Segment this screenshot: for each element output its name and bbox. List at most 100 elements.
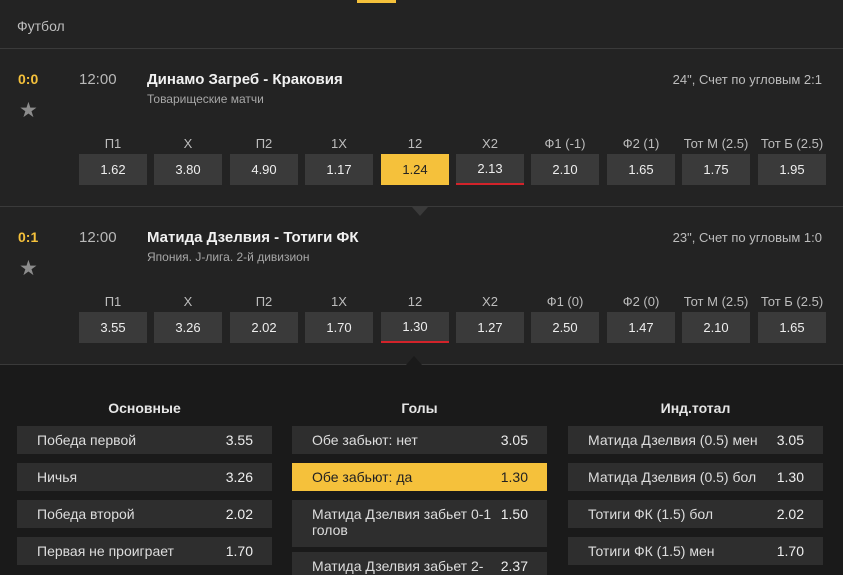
odds-row[interactable]: Тотиги ФК (1.5) мен 1.70 xyxy=(568,537,823,565)
odds-button[interactable]: 2.10 xyxy=(682,312,750,343)
odds-button[interactable]: 1.30 xyxy=(381,312,449,343)
market-label: X xyxy=(183,136,193,151)
odds-row-value: 2.02 xyxy=(225,506,253,522)
odds-row[interactable]: Тотиги ФК (1.5) бол 2.02 xyxy=(568,500,823,528)
odds-row-label: Первая не проиграет xyxy=(37,543,174,559)
market-label: П2 xyxy=(255,136,273,151)
market-9: Тот М (2.5) 2.10 xyxy=(682,278,750,346)
market-9: Тот М (2.5) 1.75 xyxy=(682,120,750,188)
odds-row[interactable]: Матида Дзелвия (0.5) мен 3.05 xyxy=(568,426,823,454)
match-row[interactable]: 0:1 ★ 12:00 Матида Дзелвия - Тотиги ФК Я… xyxy=(0,208,843,365)
odds-row[interactable]: Первая не проиграет 1.70 xyxy=(17,537,272,565)
match-score: 0:0 xyxy=(18,71,39,87)
odds-row-value: 1.50 xyxy=(500,506,528,522)
odds-row-label: Ничья xyxy=(37,469,78,485)
odds-button[interactable]: 1.27 xyxy=(456,312,524,343)
match-time: 12:00 xyxy=(79,71,117,88)
market-6: X2 1.27 xyxy=(456,278,524,346)
odds-button[interactable]: 1.65 xyxy=(607,154,675,185)
market-label: П2 xyxy=(255,294,273,309)
odds-row-label: Матида Дзелвия (0.5) мен xyxy=(588,432,758,448)
odds-button[interactable]: 2.50 xyxy=(531,312,599,343)
match-league: Япония. J-лига. 2-й дивизион xyxy=(147,250,310,264)
market-label: 1X xyxy=(331,136,347,151)
group-title: Основные xyxy=(108,400,181,416)
market-list: П1 3.55 X 3.26 П2 2.02 1X 1.70 12 1.30 X2 1.27 Ф1 (0… xyxy=(79,278,826,346)
group-title: Инд.тотал xyxy=(660,400,731,416)
odds-row-value: 2.02 xyxy=(776,506,804,522)
odds-row[interactable]: Матида Дзелвия забьет 2- 2.37 xyxy=(292,552,547,575)
odds-row[interactable]: Обе забьют: нет 3.05 xyxy=(292,426,547,454)
odds-row-label: Матида Дзелвия забьет 2- xyxy=(312,558,484,574)
market-label: Тот М (2.5) xyxy=(683,136,749,151)
odds-button[interactable]: 1.75 xyxy=(682,154,750,185)
odds-button[interactable]: 2.10 xyxy=(531,154,599,185)
odds-row-label: Обе забьют: нет xyxy=(312,432,418,448)
market-8: Ф2 (0) 1.47 xyxy=(607,278,675,346)
match-score: 0:1 xyxy=(18,229,39,245)
odds-button[interactable]: 2.02 xyxy=(230,312,298,343)
expanded-markets-panel: Основные Победа первой 3.55 Ничья 3.26 Побед… xyxy=(0,365,843,575)
odds-row[interactable]: Матида Дзелвия (0.5) бол 1.30 xyxy=(568,463,823,491)
odds-row-label: Тотиги ФК (1.5) бол xyxy=(588,506,714,522)
market-label: Тот Б (2.5) xyxy=(760,136,824,151)
collapse-arrow-icon[interactable] xyxy=(406,356,422,365)
odds-row-label: Победа второй xyxy=(37,506,135,522)
market-4: 1X 1.70 xyxy=(305,278,373,346)
favorite-star-icon[interactable]: ★ xyxy=(19,258,38,279)
odds-row-value: 1.70 xyxy=(225,543,253,559)
market-1: П1 1.62 xyxy=(79,120,147,188)
odds-button[interactable]: 1.24 xyxy=(381,154,449,185)
match-row[interactable]: 0:0 ★ 12:00 Динамо Загреб - Краковия Тов… xyxy=(0,50,843,207)
market-4: 1X 1.17 xyxy=(305,120,373,188)
odds-row-value: 3.55 xyxy=(225,432,253,448)
odds-button[interactable]: 1.47 xyxy=(607,312,675,343)
market-label: X xyxy=(183,294,193,309)
market-label: Тот М (2.5) xyxy=(683,294,749,309)
odds-row-value: 3.05 xyxy=(500,432,528,448)
market-2: X 3.26 xyxy=(154,278,222,346)
odds-button[interactable]: 3.26 xyxy=(154,312,222,343)
market-label: П1 xyxy=(104,294,122,309)
odds-row[interactable]: Победа первой 3.55 xyxy=(17,426,272,454)
match-teams[interactable]: Матида Дзелвия - Тотиги ФК xyxy=(147,229,359,246)
market-3: П2 4.90 xyxy=(230,120,298,188)
market-label: Ф1 (-1) xyxy=(544,136,586,151)
odds-row-label: Матида Дзелвия (0.5) бол xyxy=(588,469,757,485)
odds-button[interactable]: 1.95 xyxy=(758,154,826,185)
odds-button[interactable]: 4.90 xyxy=(230,154,298,185)
match-teams[interactable]: Динамо Загреб - Краковия xyxy=(147,71,343,88)
odds-row-label: Тотиги ФК (1.5) мен xyxy=(588,543,715,559)
odds-button[interactable]: 1.70 xyxy=(305,312,373,343)
market-1: П1 3.55 xyxy=(79,278,147,346)
odds-button[interactable]: 3.55 xyxy=(79,312,147,343)
match-status: 23", Счет по угловым 1:0 xyxy=(672,230,822,245)
odds-row-value: 2.37 xyxy=(500,558,528,574)
match-status: 24", Счет по угловым 2:1 xyxy=(672,72,822,87)
odds-button[interactable]: 1.62 xyxy=(79,154,147,185)
sport-title: Футбол xyxy=(17,18,65,34)
market-label: X2 xyxy=(482,294,498,309)
odds-row-value: 3.05 xyxy=(776,432,804,448)
market-6: X2 2.13 xyxy=(456,120,524,188)
match-time: 12:00 xyxy=(79,229,117,246)
odds-button[interactable]: 1.17 xyxy=(305,154,373,185)
market-5: 12 1.24 xyxy=(381,120,449,188)
odds-row-label: Победа первой xyxy=(37,432,137,448)
match-league: Товарищеские матчи xyxy=(147,92,264,106)
group-title: Голы xyxy=(401,400,438,416)
market-label: X2 xyxy=(482,136,498,151)
market-8: Ф2 (1) 1.65 xyxy=(607,120,675,188)
odds-row-value: 1.70 xyxy=(776,543,804,559)
favorite-star-icon[interactable]: ★ xyxy=(19,100,38,121)
odds-button[interactable]: 3.80 xyxy=(154,154,222,185)
odds-row[interactable]: Ничья 3.26 xyxy=(17,463,272,491)
market-label: Тот Б (2.5) xyxy=(760,294,824,309)
market-list: П1 1.62 X 3.80 П2 4.90 1X 1.17 12 1.24 X2 2.13 Ф1 (-… xyxy=(79,120,826,188)
odds-button[interactable]: 2.13 xyxy=(456,154,524,185)
market-label: Ф2 (0) xyxy=(622,294,660,309)
market-label: 12 xyxy=(407,294,423,309)
odds-row[interactable]: Победа второй 2.02 xyxy=(17,500,272,528)
odds-button[interactable]: 1.65 xyxy=(758,312,826,343)
market-label: Ф1 (0) xyxy=(546,294,584,309)
